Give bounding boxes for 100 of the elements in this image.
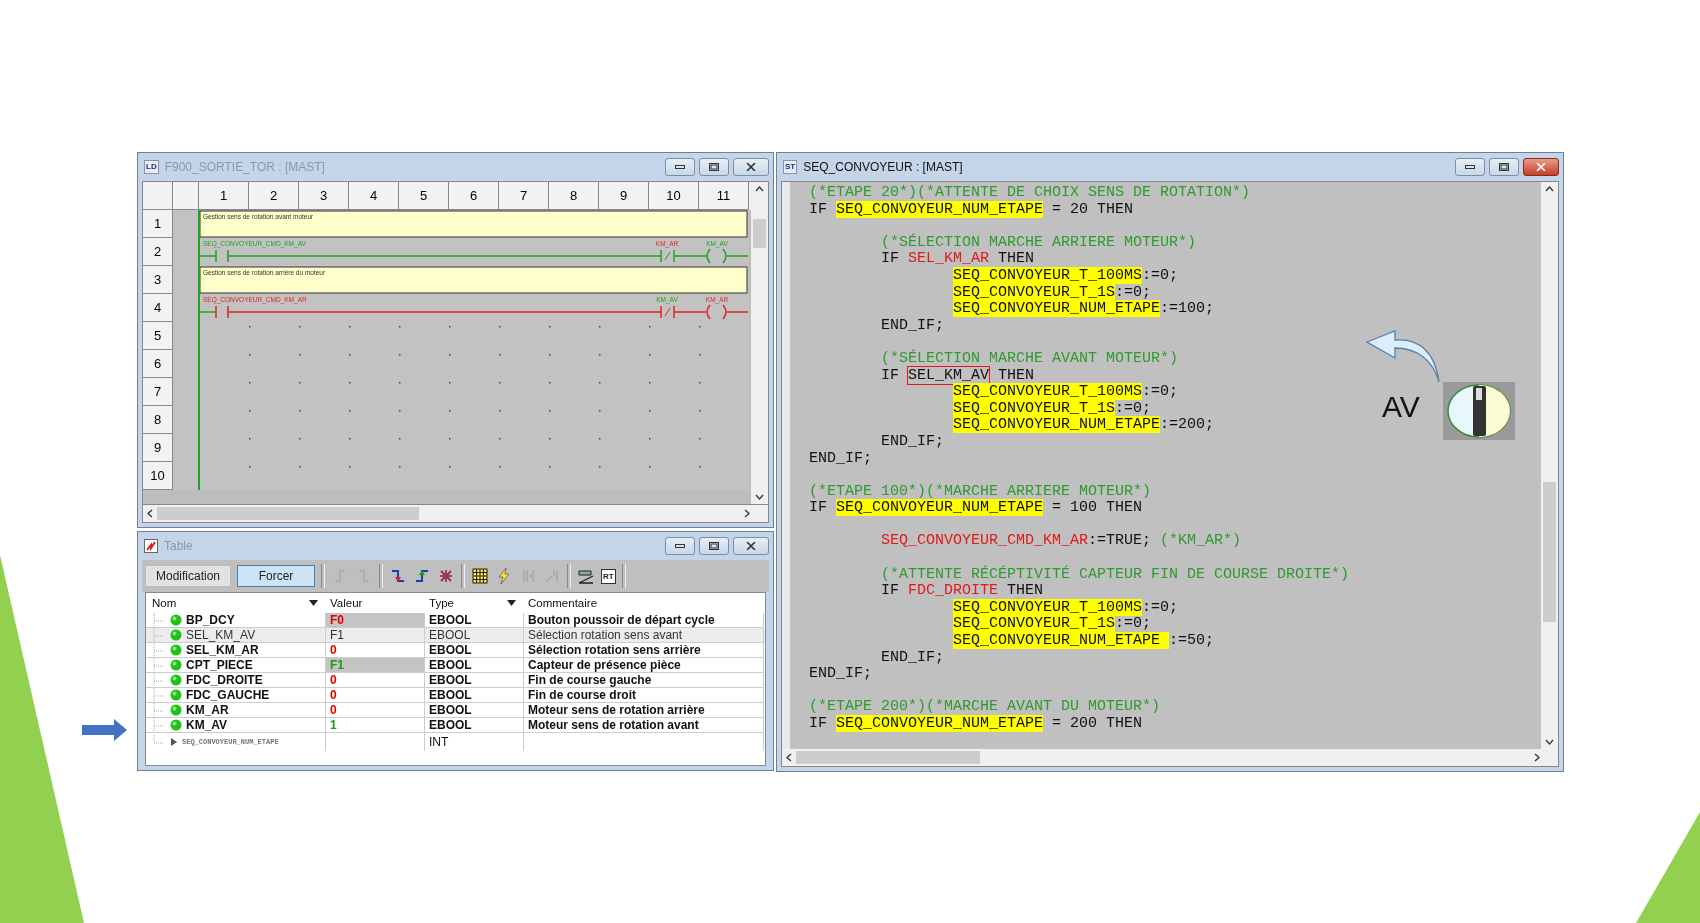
variable-name: BP_DCY [186, 613, 235, 627]
comment-cell: Fin de course droit [524, 688, 764, 703]
window-title: Table [164, 539, 193, 553]
maximize-button[interactable] [699, 158, 729, 176]
code-line: IF SEQ_CONVOYEUR_NUM_ETAPE = 20 THEN [809, 201, 1134, 219]
close-button[interactable] [733, 537, 769, 555]
expand-icon[interactable] [170, 738, 178, 746]
tree-connector-icon [152, 688, 166, 702]
table-row[interactable]: CPT_PIECE F1 EBOOL Capteur de présence pièce [146, 658, 765, 673]
tree-connector-icon [152, 628, 166, 642]
column-header[interactable]: Commentaire [524, 593, 764, 613]
horizontal-scrollbar[interactable] [781, 749, 1559, 767]
horizontal-scrollbar[interactable] [142, 505, 769, 523]
toolbar-button[interactable]: RT [601, 568, 616, 584]
scroll-thumb[interactable] [796, 751, 980, 764]
scroll-right-icon[interactable] [744, 509, 750, 518]
table-row[interactable]: KM_AR 0 EBOOL Moteur sens de rotation arrière [146, 703, 765, 718]
row-number: 10 [143, 462, 173, 490]
close-button[interactable] [1523, 158, 1559, 176]
scroll-right-icon[interactable] [1534, 753, 1540, 762]
code-line: (*ATTENTE RÉCÉPTIVITÉ CAPTEUR FIN DE COURSE DROITE*) [881, 566, 1350, 584]
row-number: 2 [143, 238, 173, 266]
value-cell: 0 [326, 688, 425, 703]
maximize-icon[interactable] [1499, 163, 1509, 171]
code-line: (*ETAPE 20*)(*ATTENTE DE CHOIX SENS DE ROTATION*) [809, 185, 1251, 202]
maximize-icon[interactable] [709, 542, 719, 550]
close-button[interactable] [733, 158, 769, 176]
value-cell: 0 [326, 673, 425, 688]
code-line: IF FDC_DROITE THEN [881, 583, 1044, 600]
status-dot-icon [170, 689, 182, 701]
row-number: 6 [143, 350, 173, 378]
caret-icon[interactable] [309, 600, 318, 606]
mode-button[interactable]: Forcer [237, 565, 316, 587]
caret-icon[interactable] [507, 600, 516, 606]
scroll-up-icon[interactable] [1545, 186, 1554, 192]
column-header: 6 [449, 182, 499, 210]
vertical-scrollbar[interactable] [751, 182, 768, 504]
code-line: (*SÉLECTION MARCHE ARRIERE MOTEUR*) [881, 234, 1197, 252]
selector-switch-icon [1443, 382, 1515, 440]
value-cell: F0 [326, 613, 425, 628]
tree-connector-icon [152, 703, 166, 717]
column-header: 9 [599, 182, 649, 210]
minimize-icon[interactable] [1465, 164, 1475, 170]
scroll-thumb[interactable] [753, 218, 766, 249]
code-line: IF SEL_KM_AV THEN [881, 367, 1035, 385]
column-header: 7 [499, 182, 549, 210]
status-dot-icon [170, 614, 182, 626]
column-header: 11 [699, 182, 749, 210]
close-icon[interactable] [746, 542, 756, 550]
column-header: 5 [399, 182, 449, 210]
status-dot-icon [170, 644, 182, 656]
row-number: 1 [143, 210, 173, 238]
table-row[interactable]: KM_AV 1 EBOOL Moteur sens de rotation avant [146, 718, 765, 733]
code-line: (*ETAPE 200*)(*MARCHE AVANT DU MOTEUR*) [809, 699, 1161, 716]
status-dot-icon [170, 719, 182, 731]
column-header[interactable]: Type [425, 593, 524, 613]
column-header[interactable]: Nom [146, 593, 326, 613]
scroll-thumb[interactable] [1543, 481, 1556, 623]
type-cell: EBOOL [425, 703, 524, 718]
column-header: 3 [299, 182, 349, 210]
minimize-button[interactable] [1455, 158, 1485, 176]
scroll-down-icon[interactable] [1545, 739, 1554, 745]
maximize-icon[interactable] [709, 163, 719, 171]
column-header[interactable]: Valeur [326, 593, 425, 613]
code-line: END_IF; [881, 317, 944, 335]
row-number: 8 [143, 406, 173, 434]
maximize-button[interactable] [699, 537, 729, 555]
minimize-icon[interactable] [675, 164, 685, 170]
code-line: (*ETAPE 100*)(*MARCHE ARRIERE MOTEUR*) [809, 483, 1152, 501]
minimize-button[interactable] [665, 158, 695, 176]
comment-cell: Moteur sens de rotation arrière [524, 703, 764, 718]
slash-icon[interactable] [577, 567, 596, 585]
variable-name: FDC_GAUCHE [186, 688, 270, 702]
scroll-up-icon[interactable] [755, 186, 764, 192]
code-line: IF SEL_KM_AR THEN [881, 251, 1035, 268]
minimize-button[interactable] [665, 537, 695, 555]
row-number: 5 [143, 322, 173, 350]
variable-name: CPT_PIECE [186, 658, 253, 672]
vertical-scrollbar[interactable] [1541, 182, 1558, 749]
variable-name: SEL_KM_AV [186, 628, 256, 642]
code-line: IF SEQ_CONVOYEUR_NUM_ETAPE = 200 THEN [809, 716, 1143, 733]
table-row[interactable]: FDC_DROITE 0 EBOOL Fin de course gauche [146, 673, 765, 688]
grid-icon[interactable] [471, 567, 490, 585]
minimize-icon[interactable] [675, 543, 685, 549]
type-cell: EBOOL [425, 658, 524, 673]
scroll-down-icon[interactable] [755, 494, 764, 500]
table-row[interactable]: SEL_KM_AV F1 EBOOL Sélection rotation sens avant [146, 628, 765, 643]
row-number: 9 [143, 434, 173, 462]
maximize-button[interactable] [1489, 158, 1519, 176]
type-cell: EBOOL [425, 688, 524, 703]
status-dot-icon [170, 659, 182, 671]
value-cell: 0 [326, 703, 425, 718]
comment-cell: Moteur sens de rotation avant [524, 718, 764, 733]
mode-button[interactable]: Modification [145, 565, 232, 587]
scroll-left-icon[interactable] [786, 753, 792, 762]
scroll-thumb[interactable] [157, 507, 420, 520]
scroll-left-icon[interactable] [147, 509, 153, 518]
close-icon[interactable] [746, 163, 756, 171]
table-row[interactable]: FDC_GAUCHE 0 EBOOL Fin de course droit [146, 688, 765, 703]
rung-wire [198, 311, 217, 313]
